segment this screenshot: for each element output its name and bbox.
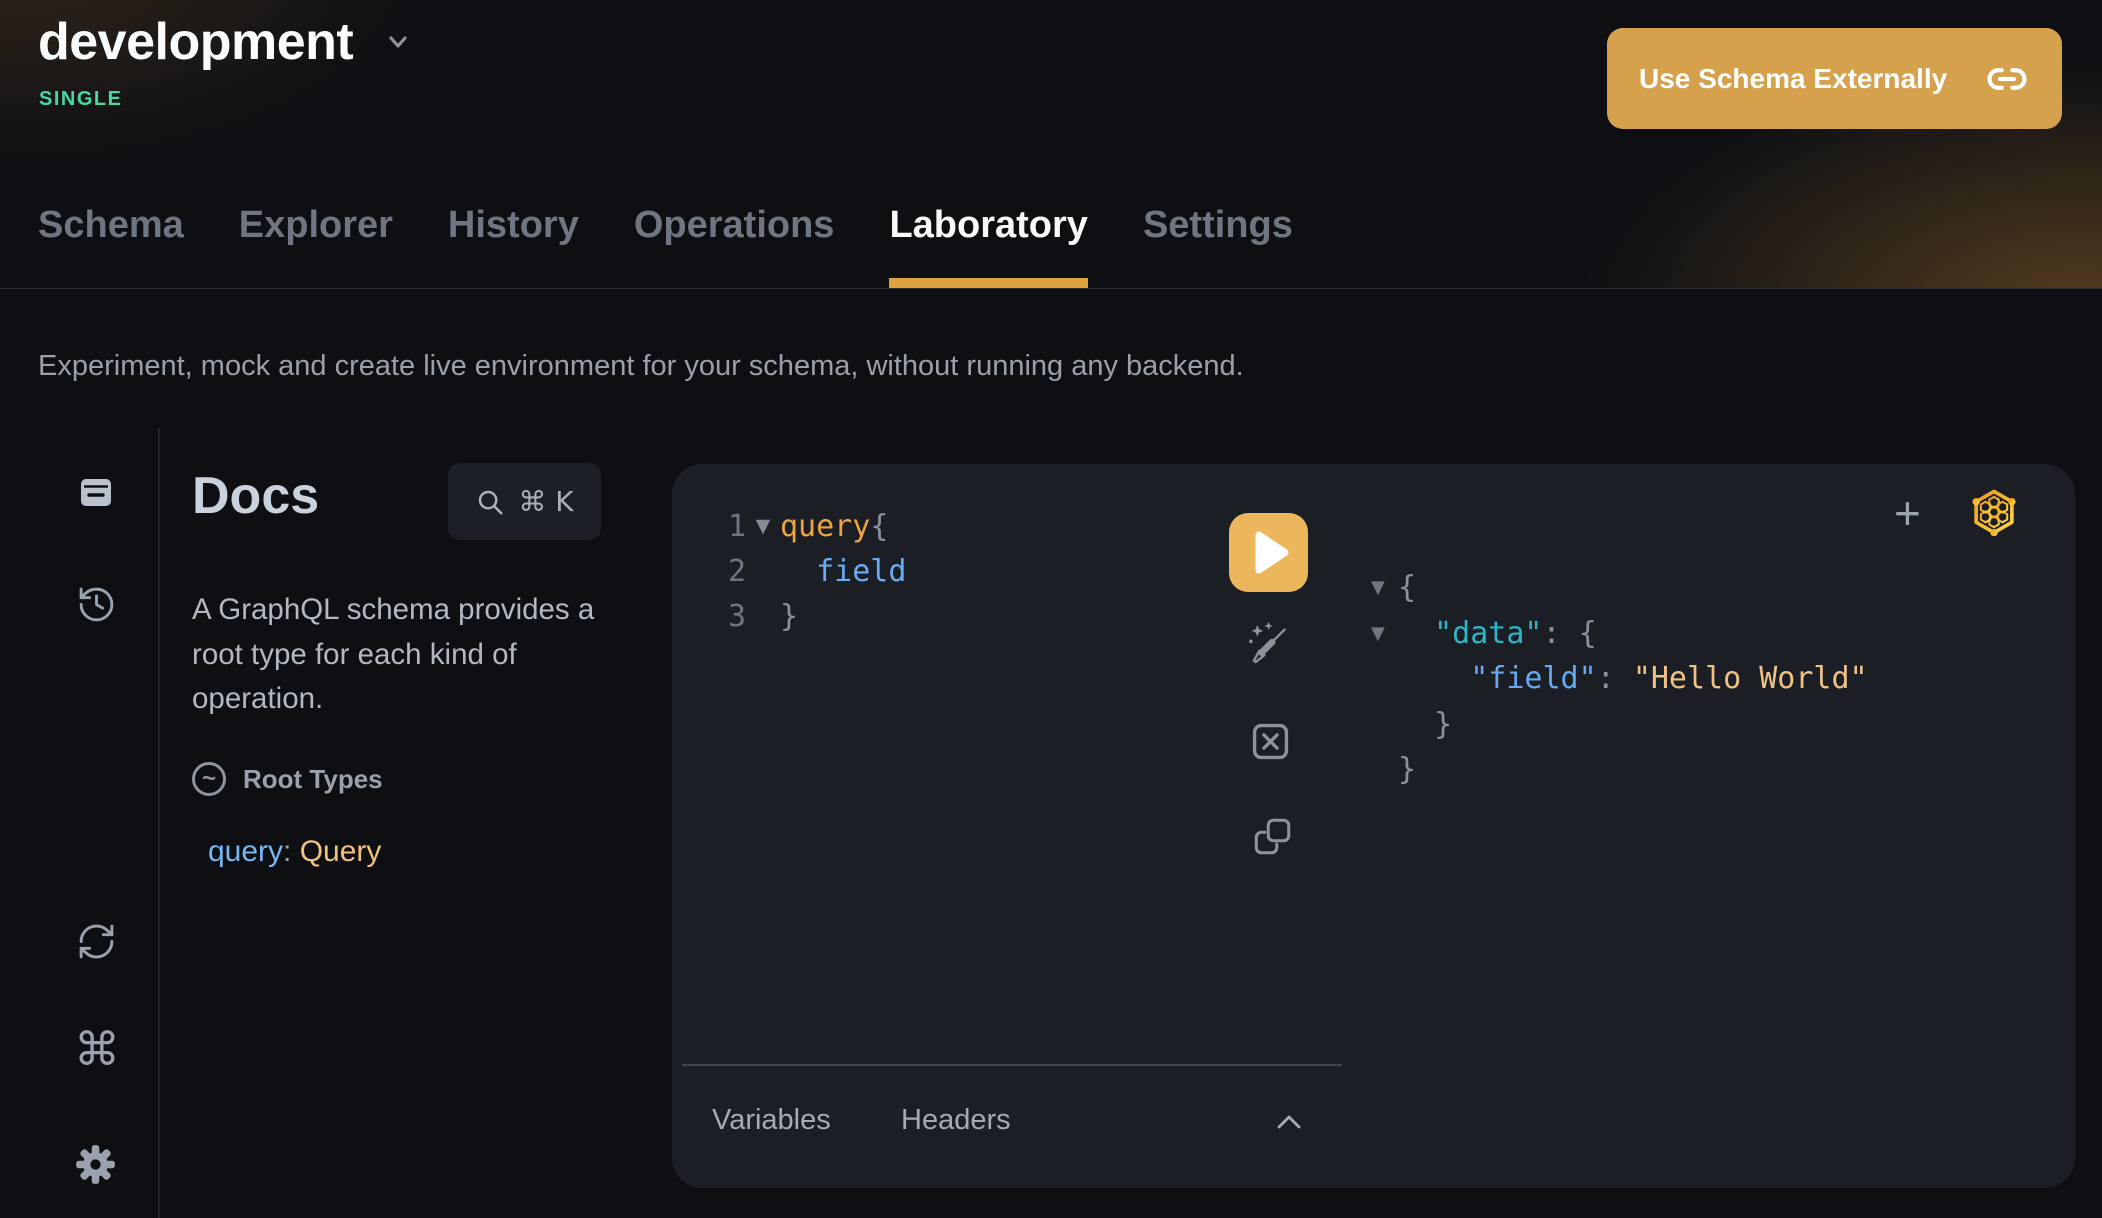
json-token: { xyxy=(1579,611,1597,657)
history-sidebar-button[interactable] xyxy=(76,584,117,625)
fold-toggle-icon[interactable]: ▼ xyxy=(1371,565,1398,611)
line-number: 1 xyxy=(672,504,746,549)
root-types-icon: ~ xyxy=(192,762,226,796)
project-selector[interactable]: development xyxy=(38,12,415,72)
code-token: { xyxy=(870,504,888,549)
merge-fragments-button[interactable] xyxy=(1248,719,1293,764)
fold-spacer xyxy=(1371,656,1398,702)
root-type-name[interactable]: Query xyxy=(300,835,382,868)
hive-logo-button[interactable] xyxy=(1968,486,2020,538)
docs-search-button[interactable]: ⌘ K xyxy=(448,463,601,540)
search-icon xyxy=(475,487,505,517)
fold-spacer xyxy=(746,549,780,594)
tab-settings[interactable]: Settings xyxy=(1143,196,1293,289)
root-type-query-link[interactable]: query: Query xyxy=(208,835,381,869)
fold-toggle-icon[interactable]: ▼ xyxy=(746,504,780,549)
settings-sidebar-button[interactable] xyxy=(74,1143,117,1186)
response-line: ▼{ xyxy=(1371,565,1868,611)
collapse-panel-button[interactable] xyxy=(1272,1110,1306,1134)
use-schema-externally-label: Use Schema Externally xyxy=(1639,63,1947,95)
variables-tab[interactable]: Variables xyxy=(712,1100,831,1140)
chevron-up-icon xyxy=(1272,1110,1306,1134)
json-token: "data" xyxy=(1398,611,1543,657)
response-line: "field": "Hello World" xyxy=(1371,656,1868,702)
merge-icon xyxy=(1248,719,1293,764)
fold-spacer xyxy=(1371,702,1398,748)
docs-sidebar-button[interactable] xyxy=(76,473,116,513)
use-schema-externally-button[interactable]: Use Schema Externally xyxy=(1607,28,2062,129)
page-subtitle: Experiment, mock and create live environ… xyxy=(38,346,1244,386)
root-types-label: Root Types xyxy=(243,764,383,795)
json-token: "field" xyxy=(1398,656,1597,702)
add-tab-button[interactable]: + xyxy=(1894,490,1921,536)
headers-tab[interactable]: Headers xyxy=(901,1100,1011,1140)
docs-panel-title: Docs xyxy=(192,466,319,526)
tab-history[interactable]: History xyxy=(448,196,579,289)
copy-icon xyxy=(1252,816,1293,857)
play-icon xyxy=(1229,513,1308,592)
copy-query-button[interactable] xyxy=(1252,816,1293,857)
editor-line[interactable]: 3} xyxy=(672,594,906,639)
fold-spacer xyxy=(1371,747,1398,793)
editor-line[interactable]: 1▼query{ xyxy=(672,504,906,549)
refetch-schema-button[interactable] xyxy=(76,921,117,962)
tab-operations[interactable]: Operations xyxy=(634,196,835,289)
link-icon xyxy=(1986,58,2028,100)
chevron-down-icon[interactable] xyxy=(381,25,415,59)
code-token: } xyxy=(780,594,798,639)
project-title: development xyxy=(38,12,353,72)
root-type-field: query xyxy=(208,835,283,868)
response-line: } xyxy=(1371,702,1868,748)
response-line: ▼ "data": { xyxy=(1371,611,1868,657)
line-number: 2 xyxy=(672,549,746,594)
code-token: query xyxy=(780,504,870,549)
graphiql-editor-card: 1▼query{ 2 field 3} xyxy=(672,464,2075,1188)
tab-laboratory[interactable]: Laboratory xyxy=(889,196,1087,289)
json-token: : xyxy=(1543,611,1579,657)
fold-toggle-icon[interactable]: ▼ xyxy=(1371,611,1398,657)
hive-hexagon-icon xyxy=(1968,486,2020,538)
json-token: "Hello World" xyxy=(1633,656,1868,702)
root-type-separator: : xyxy=(283,835,300,868)
json-token: } xyxy=(1398,702,1452,748)
docs-description: A GraphQL schema provides a root type fo… xyxy=(192,588,622,722)
book-icon xyxy=(76,473,116,513)
page-header: development SINGLE Use Schema Externally… xyxy=(0,0,2102,289)
sidebar-divider xyxy=(158,428,160,1218)
tab-schema[interactable]: Schema xyxy=(38,196,184,289)
json-token: { xyxy=(1398,565,1416,611)
root-types-header: ~ Root Types xyxy=(192,762,383,796)
laboratory-page: development SINGLE Use Schema Externally… xyxy=(0,0,2102,1218)
main-nav-tabs: Schema Explorer History Operations Labor… xyxy=(38,196,1293,289)
fold-spacer xyxy=(746,594,780,639)
shortcuts-button[interactable]: ⌘ xyxy=(74,1026,120,1072)
line-number: 3 xyxy=(672,594,746,639)
execute-query-button[interactable] xyxy=(1229,513,1308,592)
history-icon xyxy=(76,584,117,625)
code-token: field xyxy=(780,549,906,594)
editor-line[interactable]: 2 field xyxy=(672,549,906,594)
search-shortcut-label: ⌘ K xyxy=(518,485,573,518)
tab-explorer[interactable]: Explorer xyxy=(239,196,393,289)
json-token: } xyxy=(1398,747,1416,793)
response-line: } xyxy=(1371,747,1868,793)
target-type-badge: SINGLE xyxy=(39,88,122,111)
json-token: : xyxy=(1597,656,1633,702)
query-editor[interactable]: 1▼query{ 2 field 3} xyxy=(672,504,906,639)
command-icon: ⌘ xyxy=(74,1026,120,1072)
sparkle-broom-icon xyxy=(1242,619,1294,671)
refresh-icon xyxy=(76,921,117,962)
editor-footer-divider xyxy=(682,1064,1342,1066)
gear-icon xyxy=(74,1143,117,1186)
response-viewer: ▼{ ▼ "data": { "field": "Hello World" } … xyxy=(1371,565,1868,793)
prettify-button[interactable] xyxy=(1242,619,1294,671)
